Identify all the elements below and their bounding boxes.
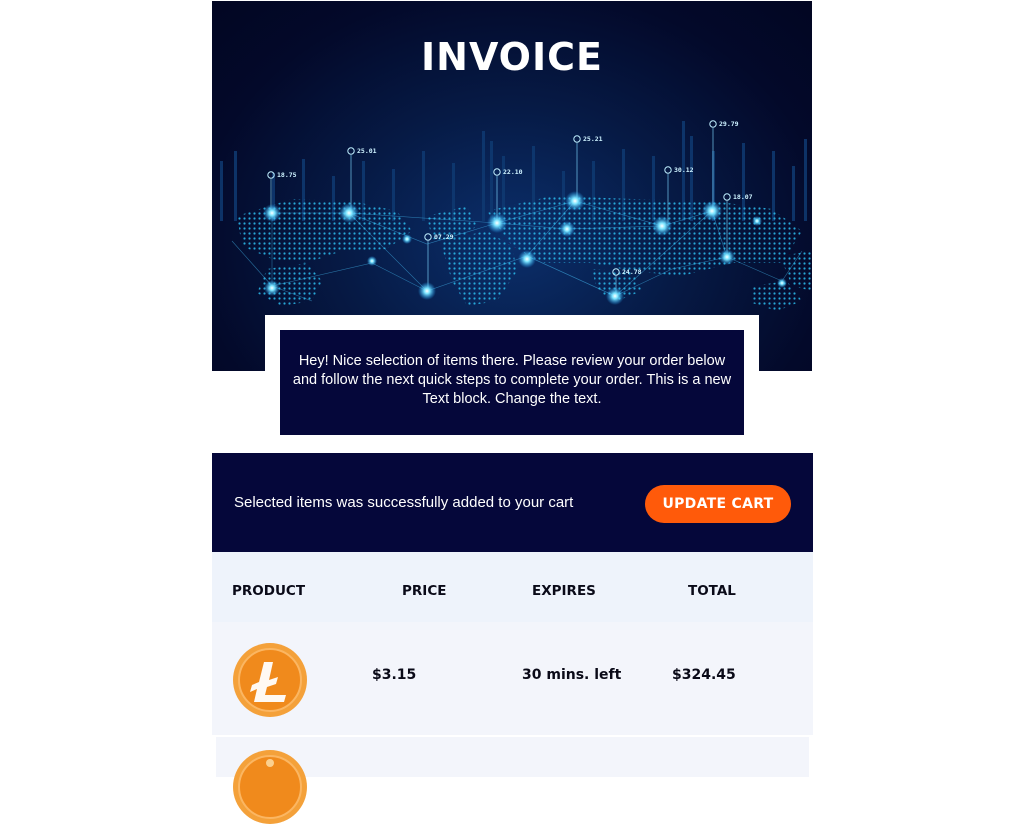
table-row: $3.15 30 mins. left $324.45 [212, 622, 813, 735]
map-label: 07.29 [434, 233, 454, 241]
map-label: 29.79 [719, 120, 739, 128]
intro-text: Hey! Nice selection of items there. Plea… [280, 330, 744, 435]
cart-status-bar: Selected items was successfully added to… [212, 453, 813, 552]
litecoin-icon [233, 643, 307, 717]
update-cart-button[interactable]: UPDATE CART [645, 485, 791, 523]
invoice-email: 18.75 25.01 22.10 25.21 30.12 29.79 18.0… [212, 1, 813, 824]
map-label: 18.07 [733, 193, 753, 201]
column-header-price: PRICE [402, 583, 447, 599]
column-header-expires: EXPIRES [532, 583, 596, 599]
row-total: $324.45 [672, 667, 736, 683]
map-label: 30.12 [674, 166, 694, 174]
map-label: 18.75 [277, 171, 297, 179]
row-price: $3.15 [372, 667, 417, 683]
column-header-product: PRODUCT [232, 583, 306, 599]
map-label: 25.01 [357, 147, 377, 155]
row-expires: 30 mins. left [522, 667, 622, 683]
table-row [216, 737, 809, 824]
row-divider [216, 735, 809, 736]
coin-icon [233, 750, 307, 824]
map-label: 24.78 [622, 268, 642, 276]
map-label: 25.21 [583, 135, 603, 143]
column-header-total: TOTAL [688, 583, 736, 599]
map-label: 22.10 [503, 168, 523, 176]
intro-frame: Hey! Nice selection of items there. Plea… [265, 315, 759, 436]
table-header: PRODUCT PRICE EXPIRES TOTAL [212, 552, 813, 622]
invoice-title: INVOICE [421, 35, 603, 79]
cart-status-message: Selected items was successfully added to… [234, 494, 574, 511]
